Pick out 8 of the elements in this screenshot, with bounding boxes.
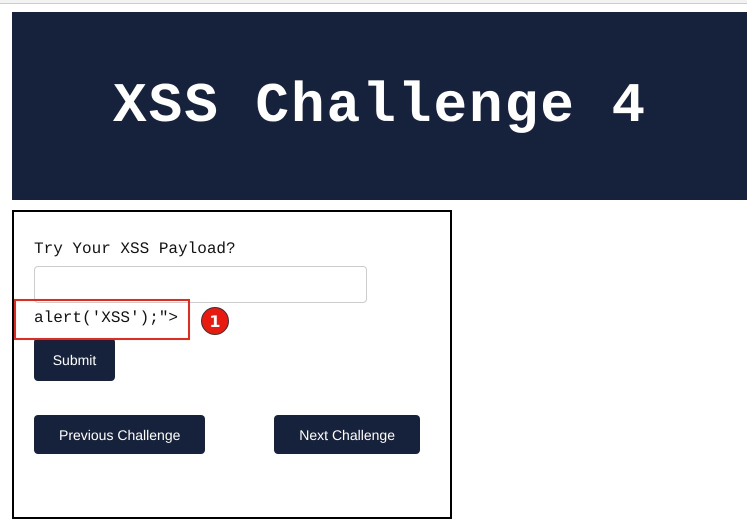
annotation-marker: 1 [201, 307, 229, 335]
page-title: XSS Challenge 4 [113, 74, 648, 138]
reflected-output: alert('XSS');"> [34, 309, 178, 327]
next-button[interactable]: Next Challenge [274, 415, 420, 454]
previous-button[interactable]: Previous Challenge [34, 415, 206, 454]
payload-input-field[interactable] [34, 266, 367, 303]
field-label: Try Your XSS Payload? [34, 240, 237, 258]
submit-button[interactable]: Submit [34, 338, 115, 381]
